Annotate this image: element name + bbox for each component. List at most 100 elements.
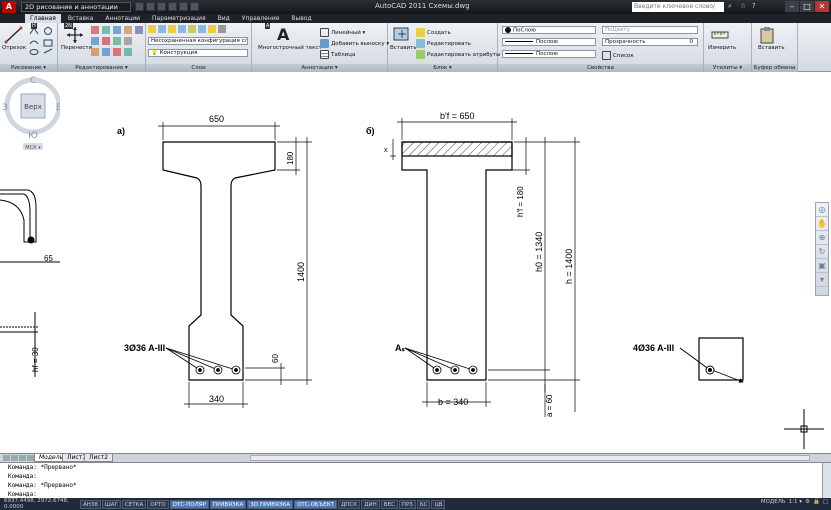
panel-clipboard-title[interactable]: Буфер обмена [752, 64, 797, 72]
search-input[interactable]: Введите ключевое слово/фразу [632, 2, 724, 20]
tab-home[interactable]: Главная [25, 14, 61, 23]
close-button[interactable]: ✕ [815, 1, 829, 12]
viewcube-west[interactable]: З [2, 103, 8, 113]
redo-icon[interactable] [179, 2, 188, 11]
status-toggle-13[interactable]: ЦВ [431, 499, 446, 509]
app-logo-icon[interactable]: A [2, 1, 16, 13]
panel-modify-title[interactable]: Редактирование ▾ [58, 64, 145, 72]
status-toggle-10[interactable]: ВЕС [380, 499, 398, 509]
status-toggle-0[interactable]: АН38 [80, 499, 101, 509]
command-scrollbar[interactable] [822, 463, 831, 499]
annotation-scale[interactable]: 1:1 ▾ [789, 499, 802, 505]
status-toggle-12[interactable]: БС [416, 499, 431, 509]
status-toggle-5[interactable]: ПРИВЯЗКА [209, 499, 247, 509]
pan-icon[interactable]: ✋ [816, 217, 828, 231]
status-toggle-9[interactable]: ДИН [361, 499, 380, 509]
mtext-button-label[interactable]: Многострочный текст [258, 45, 322, 51]
status-toggle-4[interactable]: ОТС-ПОЛЯР [169, 499, 209, 509]
zoom-icon[interactable]: ⊕ [816, 231, 828, 245]
next-tab-icon[interactable] [19, 455, 26, 461]
current-layer-dropdown[interactable]: 💡 Конструкция [148, 49, 248, 57]
mtext-icon[interactable]: A [277, 25, 289, 44]
paste-button-label[interactable]: Вставить [758, 45, 785, 51]
orbit-icon[interactable]: ↻ [816, 245, 828, 259]
subscription-icon[interactable]: ☆ [740, 2, 749, 11]
lock-icon[interactable]: 🔒 [813, 499, 820, 505]
status-toggle-3[interactable]: ОРТО [147, 499, 169, 509]
coordinates-readout[interactable]: 6937.4498, 2972.6748, 0.0000 [0, 498, 80, 510]
showmotion-icon[interactable]: ▣ [816, 259, 828, 273]
panel-draw-title[interactable]: Рисование ▾ [0, 64, 57, 72]
command-line[interactable]: Команда: *Прервано* Команда: Команда: *П… [0, 462, 831, 499]
undo-icon[interactable] [168, 2, 177, 11]
draw-tools-icons[interactable] [28, 26, 56, 56]
insert-button-label[interactable]: Вставить [390, 45, 417, 51]
tab-parametric[interactable]: Параметризация [147, 14, 211, 23]
paste-icon[interactable] [758, 26, 778, 44]
status-toggle-1[interactable]: ШАГ [101, 499, 121, 509]
linear-dimension-button[interactable]: Линейный ▾ [320, 28, 365, 37]
navbar-options-icon[interactable]: ▾ [816, 273, 828, 287]
viewcube-east[interactable]: В [56, 103, 60, 113]
tab-annotate[interactable]: Аннотации [100, 14, 145, 23]
horizontal-scrollbar[interactable] [250, 455, 810, 461]
maximize-button[interactable]: □ [800, 1, 814, 12]
leader-button[interactable]: Добавить выноску ▾ [320, 39, 389, 48]
status-toggle-11[interactable]: ПРЗ [398, 499, 416, 509]
lineweight-dropdown[interactable]: Послою [502, 50, 596, 58]
status-toggle-2[interactable]: СЕТКА [121, 499, 147, 509]
status-toggle-8[interactable]: ДПСК [338, 499, 361, 509]
transparency-field[interactable]: Прозрачность 0 [602, 38, 698, 46]
line-icon[interactable] [4, 26, 24, 44]
panel-properties-title[interactable]: Свойства [498, 64, 703, 72]
open-icon[interactable] [146, 2, 155, 11]
tab-output[interactable]: Вывод [286, 14, 316, 23]
workspace-selector[interactable]: 2D рисование и аннотации [21, 2, 131, 12]
plot-icon[interactable] [190, 2, 199, 11]
tab-manage[interactable]: Управление [237, 14, 285, 23]
last-tab-icon[interactable] [27, 455, 34, 461]
help-icon[interactable]: ? [752, 2, 761, 11]
panel-block-title[interactable]: Блок ▾ [388, 64, 497, 72]
create-block-button[interactable]: Создать [416, 28, 451, 37]
status-toggle-6[interactable]: 3D ПРИВЯЗКА [247, 499, 294, 509]
tab-view[interactable]: Вид [213, 14, 235, 23]
measure-icon[interactable] [710, 26, 730, 44]
viewcube[interactable]: Верх С Ю З В МСК ▾ [0, 72, 60, 152]
drawing-svg[interactable]: 65 hf = 30 а) 650 180 1400 60 340 3Ø36 A… [0, 72, 831, 453]
model-space-toggle[interactable]: МОДЕЛЬ [761, 499, 786, 505]
save-icon[interactable] [157, 2, 166, 11]
line-button-label[interactable]: Отрезок [2, 45, 26, 51]
panel-annotation-title[interactable]: Аннотации ▾ [252, 64, 387, 72]
drawing-canvas[interactable]: 65 hf = 30 а) 650 180 1400 60 340 3Ø36 A… [0, 72, 831, 453]
minimize-button[interactable]: – [785, 1, 799, 12]
panel-utilities-title[interactable]: Утилиты ▾ [704, 64, 751, 72]
layer-tools-icons[interactable] [148, 25, 248, 34]
ucs-menu[interactable]: МСК ▾ [25, 145, 41, 151]
color-dropdown[interactable]: ПоСлою [502, 26, 596, 34]
fullscreen-icon[interactable]: ▢ [823, 499, 828, 505]
steering-wheel-icon[interactable]: ◎ [816, 203, 828, 217]
list-button[interactable]: Список [602, 51, 634, 60]
viewcube-top-face[interactable]: Верх [24, 103, 42, 111]
search-icon[interactable]: ⌕ [728, 2, 737, 11]
new-icon[interactable] [135, 2, 144, 11]
plotstyle-dropdown[interactable]: ПоЦвету [602, 26, 698, 34]
linetype-dropdown[interactable]: Послою [502, 38, 596, 46]
table-button[interactable]: Таблица [320, 50, 355, 59]
viewcube-south[interactable]: Ю [28, 131, 38, 141]
move-button-label[interactable]: Перенести [61, 45, 92, 51]
edit-attributes-button[interactable]: Редактировать атрибуты ▾ [416, 50, 505, 59]
panel-layers-title[interactable]: Слои [146, 64, 251, 72]
prev-tab-icon[interactable] [11, 455, 18, 461]
tab-layout2[interactable]: Лист2 [84, 454, 114, 462]
insert-block-icon[interactable] [392, 26, 412, 44]
workspace-icon[interactable]: ⚙ [805, 499, 810, 505]
tab-insert[interactable]: Вставка [63, 14, 98, 23]
status-toggle-7[interactable]: ОТС-ОБЪЕКТ [294, 499, 337, 509]
layer-state-dropdown[interactable]: Несохраненная конфигурация слоев [148, 37, 248, 45]
edit-block-button[interactable]: Редактировать [416, 39, 471, 48]
modify-tools-icons[interactable] [90, 25, 144, 59]
measure-button-label[interactable]: Измерить [708, 45, 736, 51]
viewcube-north[interactable]: С [30, 76, 36, 86]
